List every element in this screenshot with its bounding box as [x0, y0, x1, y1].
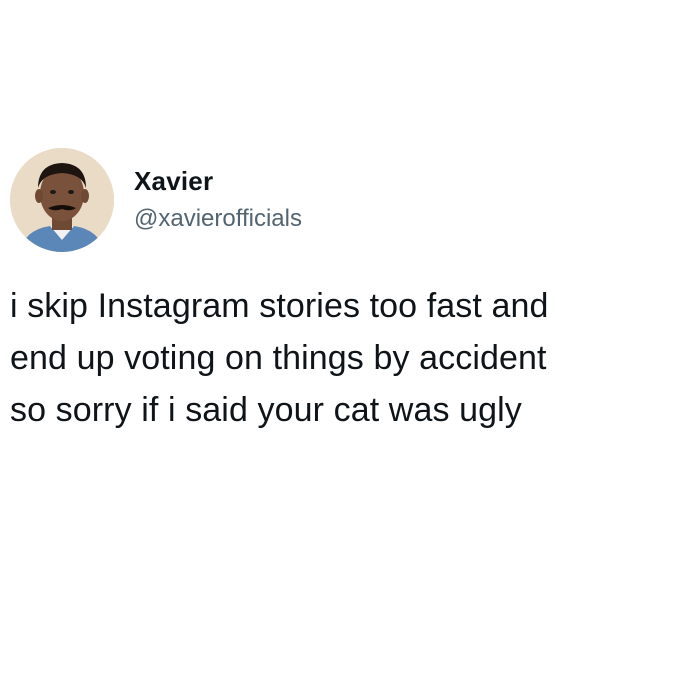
tweet-text-line: i skip Instagram stories too fast and: [10, 287, 549, 325]
author-avatar[interactable]: [10, 148, 114, 252]
tweet-text-line: end up voting on things by accident: [10, 339, 547, 377]
tweet-text: i skip Instagram stories too fast and en…: [10, 280, 695, 436]
tweet-author-header: Xavier @xavierofficials: [10, 146, 302, 254]
user-avatar-icon: [10, 148, 114, 252]
author-handle[interactable]: @xavierofficials: [134, 204, 302, 234]
tweet-screenshot: Xavier @xavierofficials i skip Instagram…: [0, 0, 700, 700]
author-names: Xavier @xavierofficials: [134, 166, 302, 234]
author-display-name[interactable]: Xavier: [134, 166, 302, 196]
tweet-text-line: so sorry if i said your cat was ugly: [10, 391, 522, 429]
